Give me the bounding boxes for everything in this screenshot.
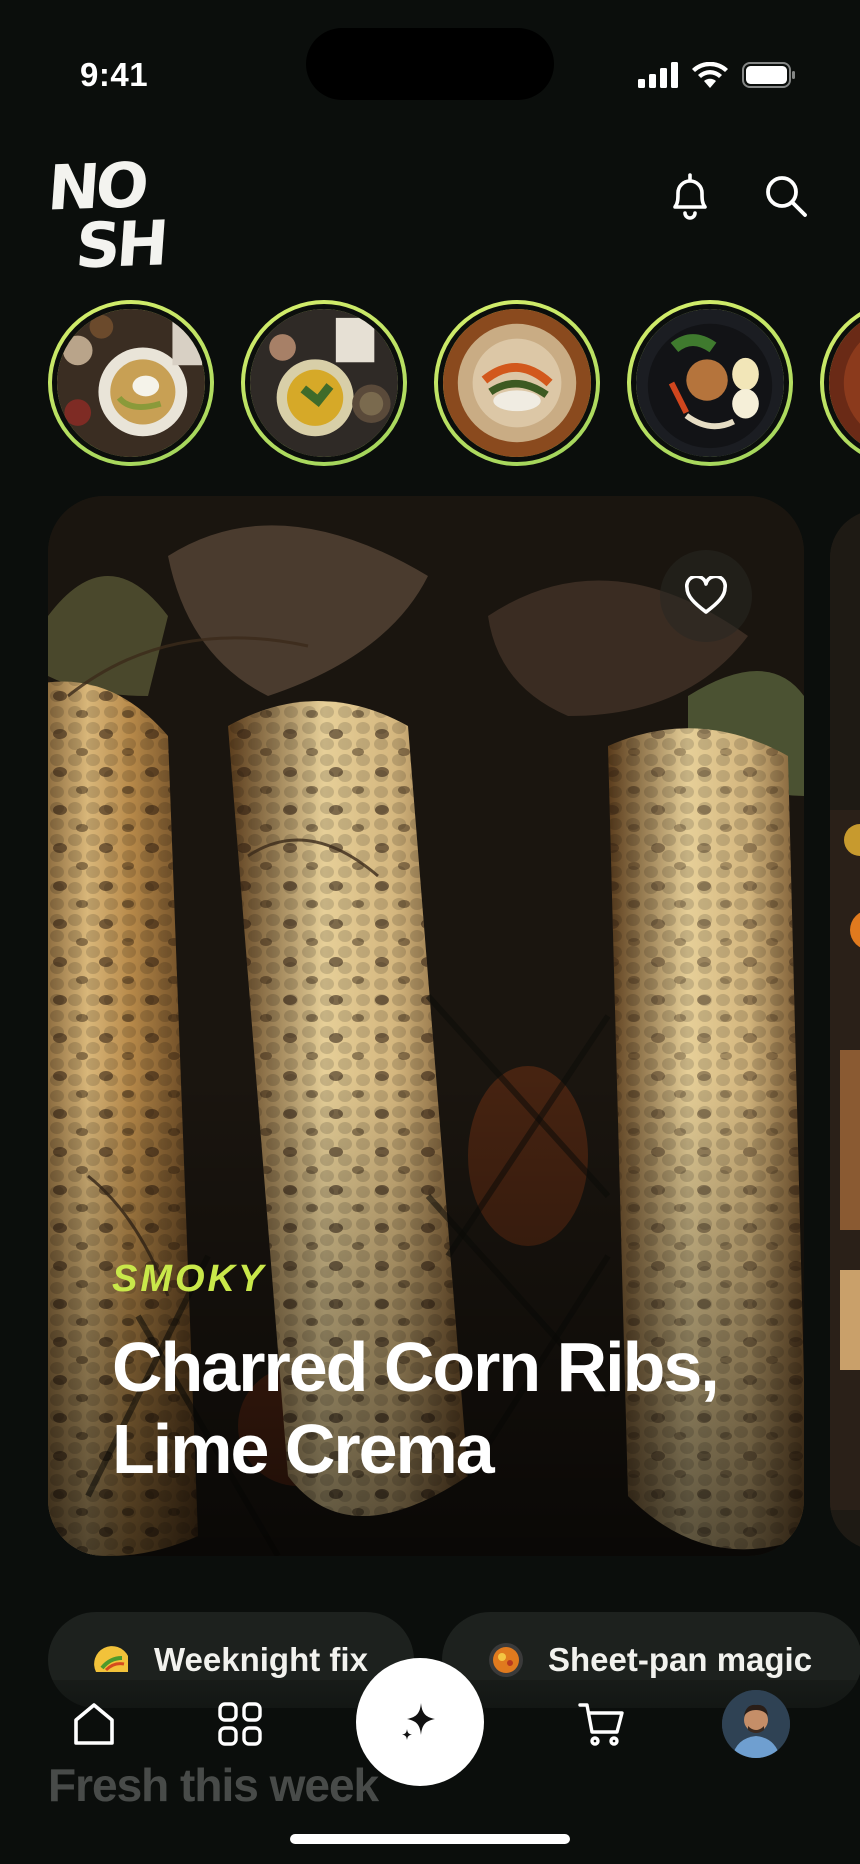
stories-row[interactable]: [0, 300, 860, 470]
search-icon[interactable]: [760, 170, 812, 222]
avatar-photo: [722, 1690, 790, 1758]
home-indicator: [290, 1834, 570, 1844]
recipe-tag: SMOKY: [112, 1258, 267, 1300]
recipe-title: Charred Corn Ribs, Lime Crema: [112, 1328, 720, 1488]
story-5[interactable]: [820, 300, 860, 466]
story-5-image: [829, 309, 860, 457]
sparkle-button[interactable]: [356, 1658, 484, 1786]
chip-label: Weeknight fix: [154, 1641, 368, 1678]
next-recipe-card[interactable]: [830, 510, 860, 1550]
dynamic-island: [306, 28, 554, 100]
story-3[interactable]: [434, 300, 600, 466]
home-icon[interactable]: [68, 1698, 120, 1750]
story-2[interactable]: [241, 300, 407, 466]
favorite-button[interactable]: [660, 550, 752, 642]
story-2-image: [250, 309, 398, 457]
status-time: 9:41: [80, 56, 149, 93]
avatar[interactable]: [722, 1690, 790, 1758]
section-title: Fresh this week: [48, 1759, 379, 1811]
battery-icon: [742, 62, 795, 88]
wifi-icon: [692, 62, 728, 88]
bell-icon[interactable]: [664, 170, 716, 222]
logo-line-2: SH: [73, 206, 168, 283]
signal-icon: [638, 62, 678, 88]
featured-recipe-card[interactable]: SMOKY Charred Corn Ribs, Lime Crema: [48, 496, 804, 1556]
sheet-pan-icon: [486, 1640, 526, 1680]
next-recipe-photo: [830, 510, 860, 1550]
story-1-image: [57, 309, 205, 457]
heart-icon: [685, 576, 727, 614]
sparkle-icon: [402, 1703, 435, 1740]
story-3-image: [443, 309, 591, 457]
story-1[interactable]: [48, 300, 214, 466]
status-icons: [638, 62, 796, 88]
story-4-image: [636, 309, 784, 457]
grid-icon[interactable]: [214, 1698, 266, 1750]
story-4[interactable]: [627, 300, 793, 466]
cart-icon[interactable]: [576, 1698, 628, 1750]
taco-icon: [92, 1640, 132, 1680]
nosh-logo[interactable]: NO SH: [45, 148, 186, 283]
chip-label: Sheet-pan magic: [548, 1641, 813, 1678]
